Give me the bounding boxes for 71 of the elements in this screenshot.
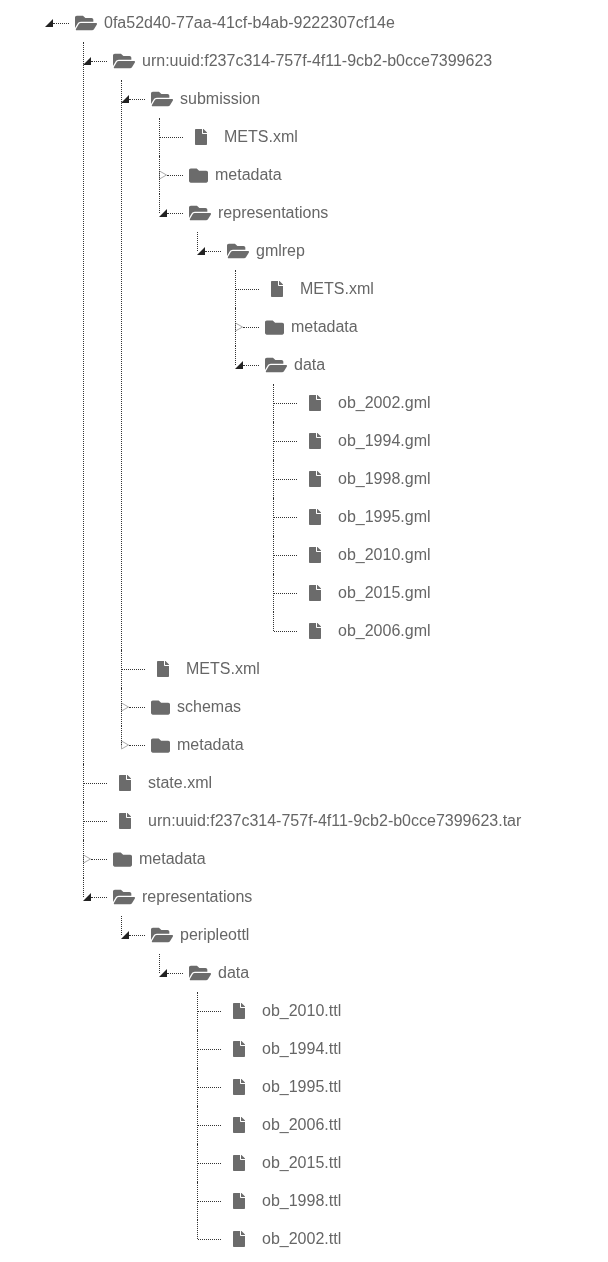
collapse-toggle-icon[interactable] — [197, 246, 205, 256]
collapse-toggle-icon[interactable] — [159, 208, 167, 218]
folder-icon — [151, 697, 170, 717]
tree-item[interactable]: metadata — [215, 163, 282, 187]
folder-icon — [189, 165, 208, 185]
file-icon — [193, 129, 209, 145]
tree-item[interactable]: ob_2002.gml — [338, 391, 431, 415]
expand-toggle-icon[interactable] — [235, 322, 243, 332]
file-icon — [117, 775, 133, 791]
expand-toggle-icon[interactable] — [159, 170, 167, 180]
tree-item[interactable]: ob_1995.gml — [338, 505, 431, 529]
tree-item[interactable]: submission — [180, 87, 261, 111]
collapse-toggle-icon[interactable] — [83, 56, 91, 66]
tree-item[interactable]: state.xml — [148, 771, 212, 795]
file-icon — [307, 471, 323, 487]
file-icon — [231, 1155, 247, 1171]
tree-item[interactable]: ob_1995.ttl — [262, 1075, 342, 1099]
file-icon — [231, 1041, 247, 1057]
file-icon — [231, 1003, 247, 1019]
tree-item[interactable]: ob_2010.ttl — [262, 999, 342, 1023]
tree-item[interactable]: ob_1994.ttl — [262, 1037, 342, 1061]
tree-item[interactable]: metadata — [139, 847, 206, 871]
tree-item[interactable]: ob_1998.gml — [338, 467, 431, 491]
collapse-toggle-icon[interactable] — [45, 18, 53, 28]
collapse-toggle-icon[interactable] — [121, 930, 129, 940]
tree-item[interactable]: data — [218, 961, 250, 985]
tree-item[interactable]: 0fa52d40-77aa-41cf-b4ab-9222307cf14e — [104, 11, 395, 35]
tree-item[interactable]: ob_1994.gml — [338, 429, 431, 453]
tree-item[interactable]: ob_2015.gml — [338, 581, 431, 605]
collapse-toggle-icon[interactable] — [121, 94, 129, 104]
tree-item[interactable]: metadata — [291, 315, 358, 339]
tree-item[interactable]: METS.xml — [186, 657, 260, 681]
file-icon — [307, 623, 323, 639]
file-icon — [231, 1193, 247, 1209]
tree-item[interactable]: METS.xml — [300, 277, 374, 301]
tree-item[interactable]: ob_2006.gml — [338, 619, 431, 643]
folder-icon — [113, 849, 132, 869]
tree-item[interactable]: ob_2010.gml — [338, 543, 431, 567]
file-icon — [117, 813, 133, 829]
expand-toggle-icon[interactable] — [121, 740, 129, 750]
tree-item[interactable]: schemas — [177, 695, 242, 719]
tree-item[interactable]: peripleottl — [180, 923, 250, 947]
expand-toggle-icon[interactable] — [121, 702, 129, 712]
tree-item[interactable]: metadata — [177, 733, 244, 757]
tree-item[interactable]: ob_2006.ttl — [262, 1113, 342, 1137]
file-icon — [269, 281, 285, 297]
tree-item[interactable]: ob_2015.ttl — [262, 1151, 342, 1175]
tree-item[interactable]: representations — [142, 885, 253, 909]
tree-item[interactable]: gmlrep — [256, 239, 305, 263]
tree-item[interactable]: ob_2002.ttl — [262, 1227, 342, 1251]
file-icon — [231, 1117, 247, 1133]
file-icon — [307, 395, 323, 411]
collapse-toggle-icon[interactable] — [235, 360, 243, 370]
file-icon — [307, 585, 323, 601]
tree-item[interactable]: METS.xml — [224, 125, 298, 149]
expand-toggle-icon[interactable] — [83, 854, 91, 864]
file-icon — [231, 1231, 247, 1247]
tree-item[interactable]: ob_1998.ttl — [262, 1189, 342, 1213]
file-icon — [307, 509, 323, 525]
collapse-toggle-icon[interactable] — [83, 892, 91, 902]
tree-item[interactable]: representations — [218, 201, 329, 225]
tree-item[interactable]: urn:uuid:f237c314-757f-4f11-9cb2-b0cce7399623 — [142, 49, 493, 73]
collapse-toggle-icon[interactable] — [159, 968, 167, 978]
file-icon — [155, 661, 171, 677]
tree-item[interactable]: urn:uuid:f237c314-757f-4f11-9cb2-b0cce7399623.tar — [148, 809, 522, 833]
file-icon — [307, 547, 323, 563]
file-icon — [307, 433, 323, 449]
tree-item[interactable]: data — [294, 353, 326, 377]
folder-icon — [265, 317, 284, 337]
folder-icon — [151, 735, 170, 755]
file-icon — [231, 1079, 247, 1095]
